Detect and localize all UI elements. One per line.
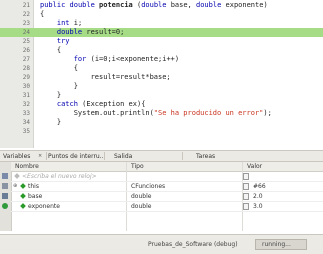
new-watch-input[interactable]: <Escriba el nuevo reloj> xyxy=(22,173,97,180)
table-row[interactable]: ⊕ this CFunciones #66 xyxy=(11,182,323,192)
code-text: double result=0; xyxy=(56,28,125,36)
close-icon[interactable]: × xyxy=(38,153,42,159)
expand-icon[interactable]: ⊕ xyxy=(13,183,17,189)
column-name[interactable]: Nombre xyxy=(15,163,39,170)
code-text: System.out.println("Se ha producido un e… xyxy=(73,109,272,117)
variable-type: double xyxy=(131,193,152,200)
new-watch-row[interactable]: <Escriba el nuevo reloj> xyxy=(11,172,323,182)
variable-value[interactable]: 3.0 xyxy=(253,203,263,210)
table-header: Nombre Tipo Valor xyxy=(11,162,323,172)
code-line[interactable]: 34 } xyxy=(0,118,323,127)
code-line[interactable]: 28 { xyxy=(0,64,323,73)
more-button[interactable] xyxy=(243,173,249,180)
refresh-icon[interactable] xyxy=(2,203,8,209)
code-text: for (i=0;i<exponente;i++) xyxy=(73,55,180,63)
code-text: int i; xyxy=(56,19,83,27)
code-line[interactable]: 35 xyxy=(0,127,323,136)
line-number: 32 xyxy=(22,101,30,108)
code-text: { xyxy=(40,10,45,18)
line-number: 27 xyxy=(22,56,30,63)
code-line[interactable]: 25 try xyxy=(0,37,323,46)
watch-icon[interactable] xyxy=(2,173,8,179)
variable-name: base xyxy=(28,193,43,200)
code-line[interactable]: 31 } xyxy=(0,91,323,100)
line-number: 21 xyxy=(22,2,30,9)
line-number: 26 xyxy=(22,47,30,54)
variable-value[interactable]: 2.0 xyxy=(253,193,263,200)
line-number: 24 xyxy=(22,29,30,36)
more-button[interactable] xyxy=(243,193,249,200)
code-line[interactable]: 22 { xyxy=(0,10,323,19)
code-text: public double potencia (double base, dou… xyxy=(40,1,268,9)
line-number: 29 xyxy=(22,74,30,81)
code-line[interactable]: 23 int i; xyxy=(0,19,323,28)
debug-panel-tabs: Variables × Puntos de interru... Salida … xyxy=(0,150,323,162)
code-line[interactable]: 30 } xyxy=(0,82,323,91)
variable-icon xyxy=(20,203,26,209)
line-number: 23 xyxy=(22,20,30,27)
code-line[interactable]: 24 double result=0; xyxy=(0,28,323,37)
status-bar: Pruebas_de_Software (debug) running... xyxy=(0,234,323,254)
line-number: 33 xyxy=(22,110,30,117)
line-number: 35 xyxy=(22,128,30,135)
watch-diamond-icon xyxy=(14,173,20,179)
code-text: try xyxy=(56,37,70,45)
tab-output[interactable]: Salida xyxy=(114,153,132,160)
column-type[interactable]: Tipo xyxy=(131,163,144,170)
code-line[interactable]: 33 System.out.println("Se ha producido u… xyxy=(0,109,323,118)
variable-type: double xyxy=(131,203,152,210)
code-text: catch (Exception ex){ xyxy=(56,100,146,108)
line-number: 22 xyxy=(22,11,30,18)
code-line[interactable]: 27 for (i=0;i<exponente;i++) xyxy=(0,55,323,64)
line-number: 30 xyxy=(22,83,30,90)
table-row[interactable]: base double 2.0 xyxy=(11,192,323,202)
line-number: 31 xyxy=(22,92,30,99)
variable-name: exponente xyxy=(28,203,60,210)
column-value[interactable]: Valor xyxy=(247,163,262,170)
line-number: 34 xyxy=(22,119,30,126)
variables-view-icon[interactable] xyxy=(2,193,8,199)
variable-type: CFunciones xyxy=(131,183,166,190)
variable-icon xyxy=(20,183,26,189)
code-text: } xyxy=(56,118,62,126)
variables-table: Nombre Tipo Valor <Escriba el nuevo relo… xyxy=(0,162,323,231)
line-number: 25 xyxy=(22,38,30,45)
tab-tasks[interactable]: Tareas xyxy=(196,153,215,160)
code-text: } xyxy=(56,91,62,99)
code-text: } xyxy=(73,82,78,90)
status-running: running... xyxy=(262,241,291,248)
variable-name: this xyxy=(28,183,39,190)
line-number: 28 xyxy=(22,65,30,72)
variable-icon xyxy=(20,193,26,199)
code-line[interactable]: 32 catch (Exception ex){ xyxy=(0,100,323,109)
code-text: { xyxy=(73,64,78,72)
variable-value[interactable]: #66 xyxy=(253,183,266,190)
code-line[interactable]: 26 { xyxy=(0,46,323,55)
expression-icon[interactable] xyxy=(2,183,8,189)
code-line[interactable]: 21 public double potencia (double base, d… xyxy=(0,1,323,10)
code-editor[interactable]: 21 public double potencia (double base, d… xyxy=(0,0,323,148)
more-button[interactable] xyxy=(243,203,249,210)
code-text: result=result*base; xyxy=(90,73,171,81)
tab-variables[interactable]: Variables xyxy=(3,153,30,160)
more-button[interactable] xyxy=(243,183,249,190)
code-line[interactable]: 29 result=result*base; xyxy=(0,73,323,82)
table-row[interactable]: exponente double 3.0 xyxy=(11,202,323,212)
code-text: { xyxy=(56,46,62,54)
tab-breakpoints[interactable]: Puntos de interru... xyxy=(48,153,105,160)
status-project: Pruebas_de_Software (debug) xyxy=(148,241,238,248)
